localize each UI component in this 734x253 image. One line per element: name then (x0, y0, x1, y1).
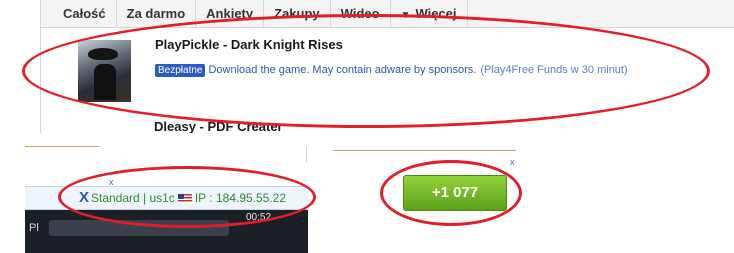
x-logo-icon: X (79, 189, 90, 206)
taskbar-items[interactable] (49, 220, 229, 236)
status-strip: x X Standard | us1c IP : 184.95.55.22 00:… (25, 146, 308, 253)
offer-details: Bezpłatne Download the game. May contain … (155, 64, 628, 77)
batman-figure (94, 64, 116, 100)
connection-infobar: X Standard | us1c IP : 184.95.55.22 (25, 186, 308, 210)
free-badge: Bezpłatne (155, 64, 206, 77)
divider (306, 146, 307, 162)
tab-wiecej-label: Więcej (415, 6, 457, 21)
caret-down-icon: ▼ (400, 10, 411, 21)
bat-logo-icon (88, 48, 118, 60)
taskbar: 00:52 Pl (25, 210, 308, 253)
tab-ankiety[interactable]: Ankiety (196, 0, 265, 27)
connection-info: Standard | us1c IP : 184.95.55.22 (91, 187, 286, 209)
close-icon[interactable]: x (510, 157, 515, 167)
category-tabbar: Całość Za darmo Ankiety Zakupy Wideo ▼ Wi… (41, 0, 734, 28)
tab-zakupy[interactable]: Zakupy (264, 0, 331, 27)
taskbar-label: Pl (29, 222, 39, 234)
next-offer-title[interactable]: Dleasy - PDF Creater (154, 120, 283, 133)
game-thumbnail[interactable] (78, 40, 131, 102)
server-label: Standard | us1c (91, 191, 175, 205)
divider (25, 146, 99, 147)
ip-label: IP : 184.95.55.22 (194, 191, 287, 205)
tab-wideo[interactable]: Wideo (331, 0, 391, 27)
offer-description[interactable]: Download the game. May contain adware by… (208, 64, 476, 76)
tab-za-darmo[interactable]: Za darmo (117, 0, 197, 27)
us-flag-icon (177, 194, 192, 203)
tab-calosc[interactable]: Całość (41, 0, 117, 27)
offer-title[interactable]: PlayPickle - Dark Knight Rises (155, 37, 343, 52)
tab-wiecej[interactable]: ▼ Więcej (391, 0, 468, 27)
offer-panel: Całość Za darmo Ankiety Zakupy Wideo ▼ Wi… (40, 0, 734, 133)
clock: 00:52 (246, 212, 272, 223)
plus-one-button[interactable]: +1 077 (403, 175, 507, 211)
divider (333, 150, 516, 151)
offer-funds: (Play4Free Funds w 30 minut) (480, 64, 628, 76)
